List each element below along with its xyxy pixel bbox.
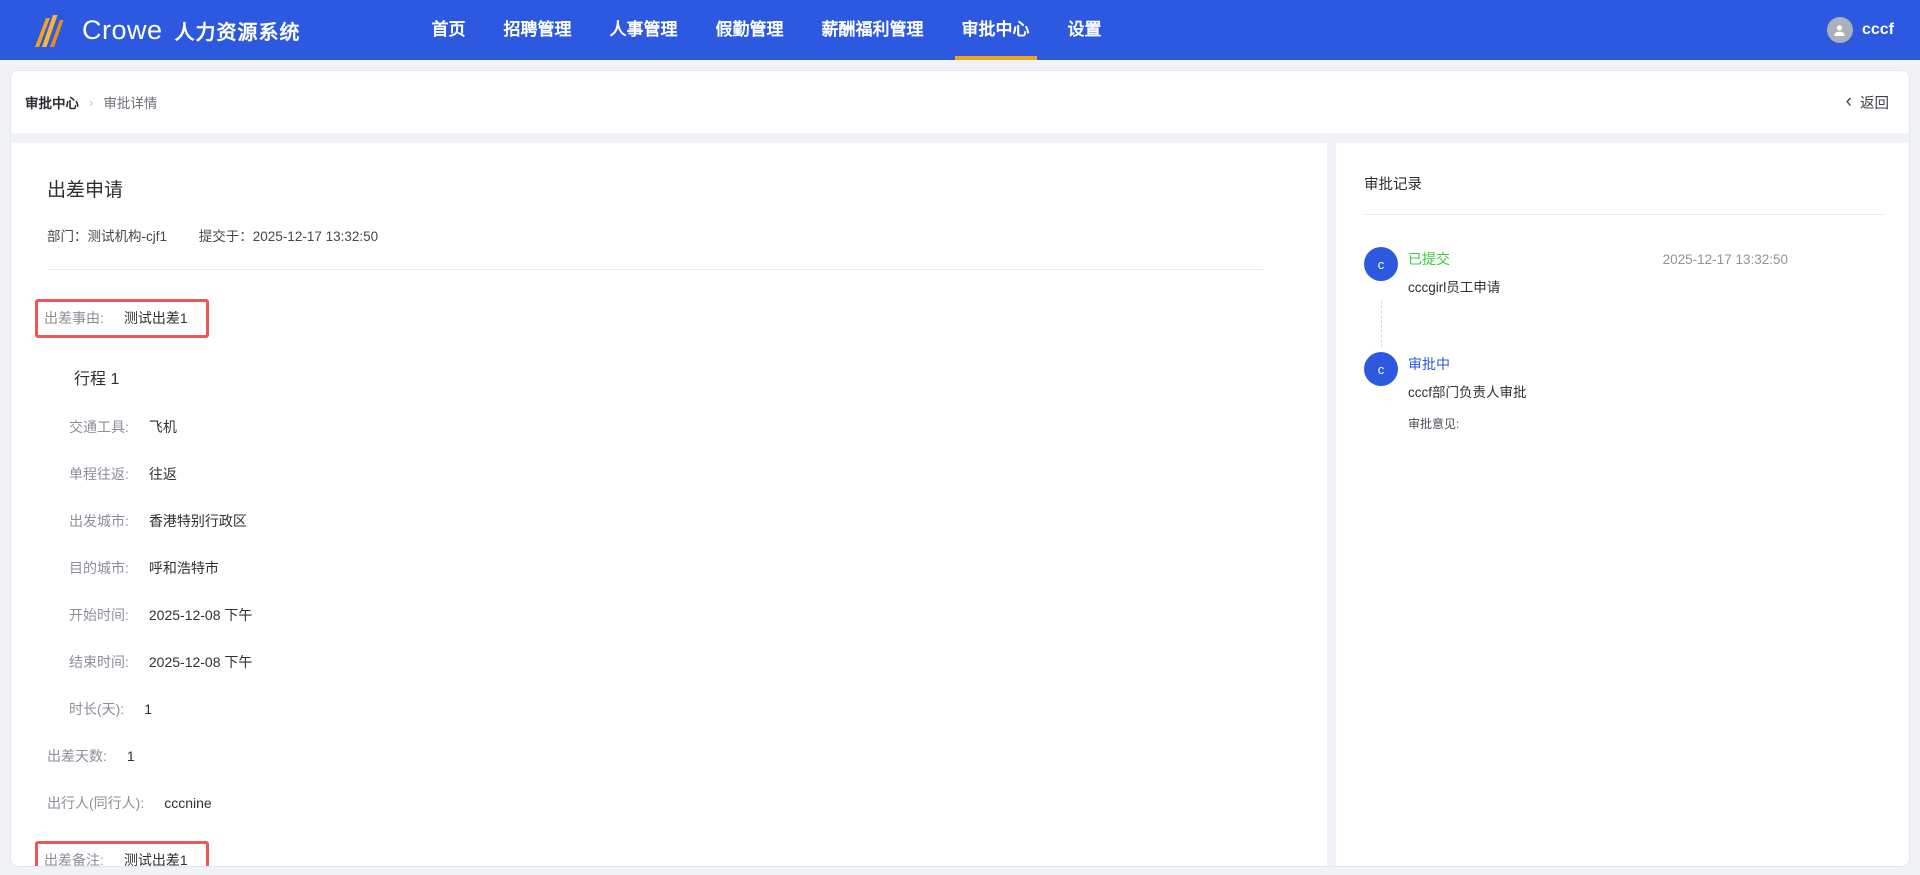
field-row-total-days: 出差天数: 1 <box>47 748 135 764</box>
field-row-roundtrip: 单程往返: 往返 <box>69 466 177 482</box>
status-badge: 审批中 <box>1408 356 1450 372</box>
trip-detail-panel: 出差申请 部门：测试机构-cjf1 提交于：2025-12-17 13:32:5… <box>11 143 1327 866</box>
field-row-reason: 出差事由: 测试出差1 <box>35 299 1287 338</box>
submitted-meta: 提交于：2025-12-17 13:32:50 <box>198 229 379 244</box>
doc-meta: 部门：测试机构-cjf1 提交于：2025-12-17 13:32:50 <box>47 225 1287 245</box>
avatar: c <box>1364 247 1398 281</box>
back-button[interactable]: ‹ 返回 <box>1846 92 1889 113</box>
page-title: 出差申请 <box>47 180 124 201</box>
nav-user-area[interactable]: cccf <box>1826 17 1894 43</box>
nav-item-payroll[interactable]: 薪酬福利管理 <box>803 0 943 60</box>
page-container: 审批中心 › 审批详情 ‹ 返回 出差申请 部门：测试机构-cjf1 提交于：2… <box>10 70 1910 867</box>
approval-records-panel: 审批记录 c 已提交 2025-12-17 13:32:50 cccgirl员工… <box>1336 143 1909 866</box>
username-label[interactable]: cccf <box>1862 21 1894 39</box>
avatar: c <box>1364 352 1398 386</box>
timeline-item-pending: c 审批中 cccf部门负责人审批 审批意见: <box>1364 352 1788 432</box>
approval-comment-label: 审批意见: <box>1408 417 1460 431</box>
timestamp: 2025-12-17 13:32:50 <box>1662 252 1788 267</box>
brand-suffix: 人力资源系统 <box>174 21 301 44</box>
section-gap <box>11 133 1909 143</box>
breadcrumb-separator-icon: › <box>89 94 94 110</box>
field-row-departure-city: 出发城市: 香港特别行政区 <box>69 513 247 529</box>
breadcrumb-root[interactable]: 审批中心 <box>25 92 79 112</box>
reason-highlight-annotation: 出差事由: 测试出差1 <box>35 299 209 338</box>
brand: Crowe 人力资源系统 <box>34 10 301 50</box>
field-row-remark: 出差备注: 测试出差1 <box>35 841 1287 866</box>
user-avatar-icon[interactable] <box>1826 17 1853 43</box>
nav-item-home[interactable]: 首页 <box>413 0 485 60</box>
field-row-end-time: 结束时间: 2025-12-08 下午 <box>69 654 253 670</box>
status-badge: 已提交 <box>1408 251 1450 267</box>
breadcrumb-bar: 审批中心 › 审批详情 ‹ 返回 <box>11 71 1909 133</box>
field-row-transport: 交通工具: 飞机 <box>69 419 177 435</box>
breadcrumb-current: 审批详情 <box>103 96 158 111</box>
nav-item-settings[interactable]: 设置 <box>1049 0 1121 60</box>
nav-item-approval-center[interactable]: 审批中心 <box>943 0 1049 60</box>
back-button-label: 返回 <box>1860 95 1889 112</box>
divider <box>1364 214 1885 215</box>
nav-item-attendance[interactable]: 假勤管理 <box>697 0 803 60</box>
field-value: 测试出差1 <box>123 310 188 326</box>
nav-item-personnel[interactable]: 人事管理 <box>591 0 697 60</box>
department-meta: 部门：测试机构-cjf1 <box>47 229 168 244</box>
field-value: 测试出差1 <box>123 852 188 867</box>
approval-timeline: c 已提交 2025-12-17 13:32:50 cccgirl员工申请 c <box>1364 247 1788 432</box>
top-nav-bar: Crowe 人力资源系统 首页 招聘管理 人事管理 假勤管理 薪酬福利管理 审批… <box>0 0 1920 60</box>
timeline-item-submitted: c 已提交 2025-12-17 13:32:50 cccgirl员工申请 <box>1364 247 1788 296</box>
field-row-destination-city: 目的城市: 呼和浩特市 <box>69 560 219 576</box>
record-description: cccf部门负责人审批 <box>1408 385 1527 400</box>
nav-item-recruit[interactable]: 招聘管理 <box>485 0 591 60</box>
field-label: 出差备注: <box>44 852 104 867</box>
field-row-travelers: 出行人(同行人): cccnine <box>47 795 212 811</box>
nav-menu: 首页 招聘管理 人事管理 假勤管理 薪酬福利管理 审批中心 设置 <box>413 0 1121 60</box>
remark-highlight-annotation: 出差备注: 测试出差1 <box>35 841 209 867</box>
field-label: 出差事由: <box>44 310 104 326</box>
trip-heading: 行程 1 <box>74 371 120 388</box>
panel-gap <box>1327 143 1336 866</box>
field-row-start-time: 开始时间: 2025-12-08 下午 <box>69 607 253 623</box>
timeline-connector <box>1381 301 1382 347</box>
divider <box>47 269 1263 270</box>
field-row-duration-days: 时长(天): 1 <box>69 701 153 717</box>
approval-records-title: 审批记录 <box>1364 177 1422 193</box>
chevron-left-icon: ‹ <box>1845 90 1852 112</box>
content-area: 出差申请 部门：测试机构-cjf1 提交于：2025-12-17 13:32:5… <box>11 143 1909 866</box>
record-description: cccgirl员工申请 <box>1408 280 1501 295</box>
brand-name: Crowe <box>82 14 163 45</box>
crowe-logo-icon <box>34 10 70 50</box>
trip-rows: 交通工具: 飞机 单程往返: 往返 出发城市: 香港特别行政区 目的城市: 呼和浩特市 … <box>47 418 1287 718</box>
